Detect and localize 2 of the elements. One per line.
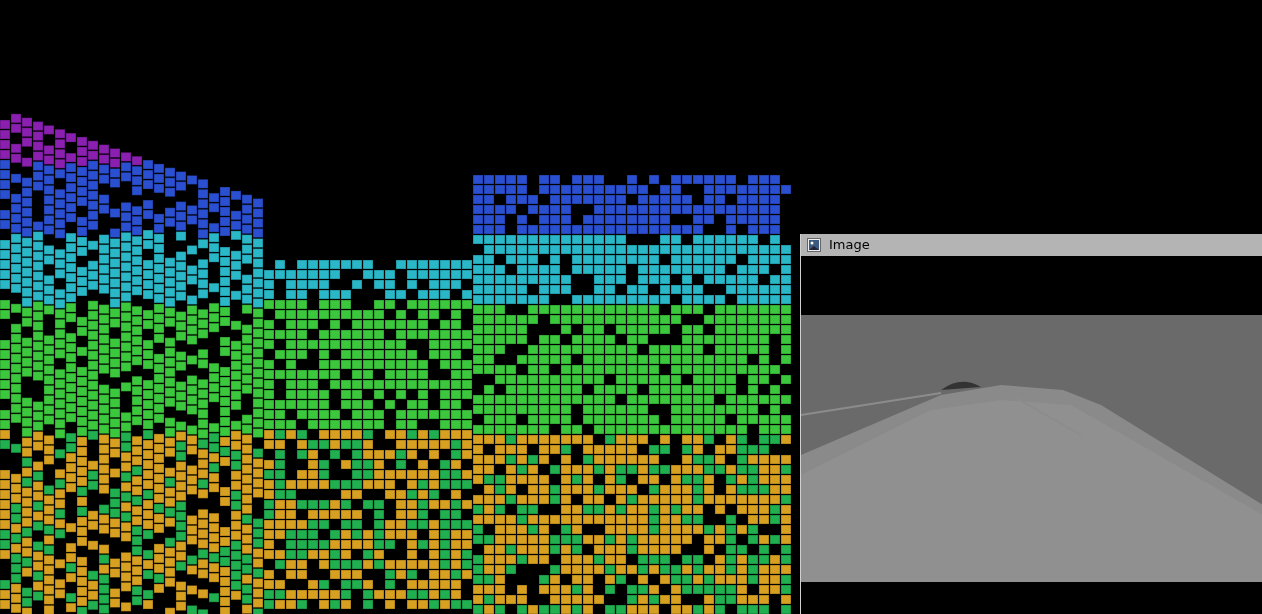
picture-icon — [807, 238, 821, 252]
panel-title: Image — [829, 236, 870, 255]
